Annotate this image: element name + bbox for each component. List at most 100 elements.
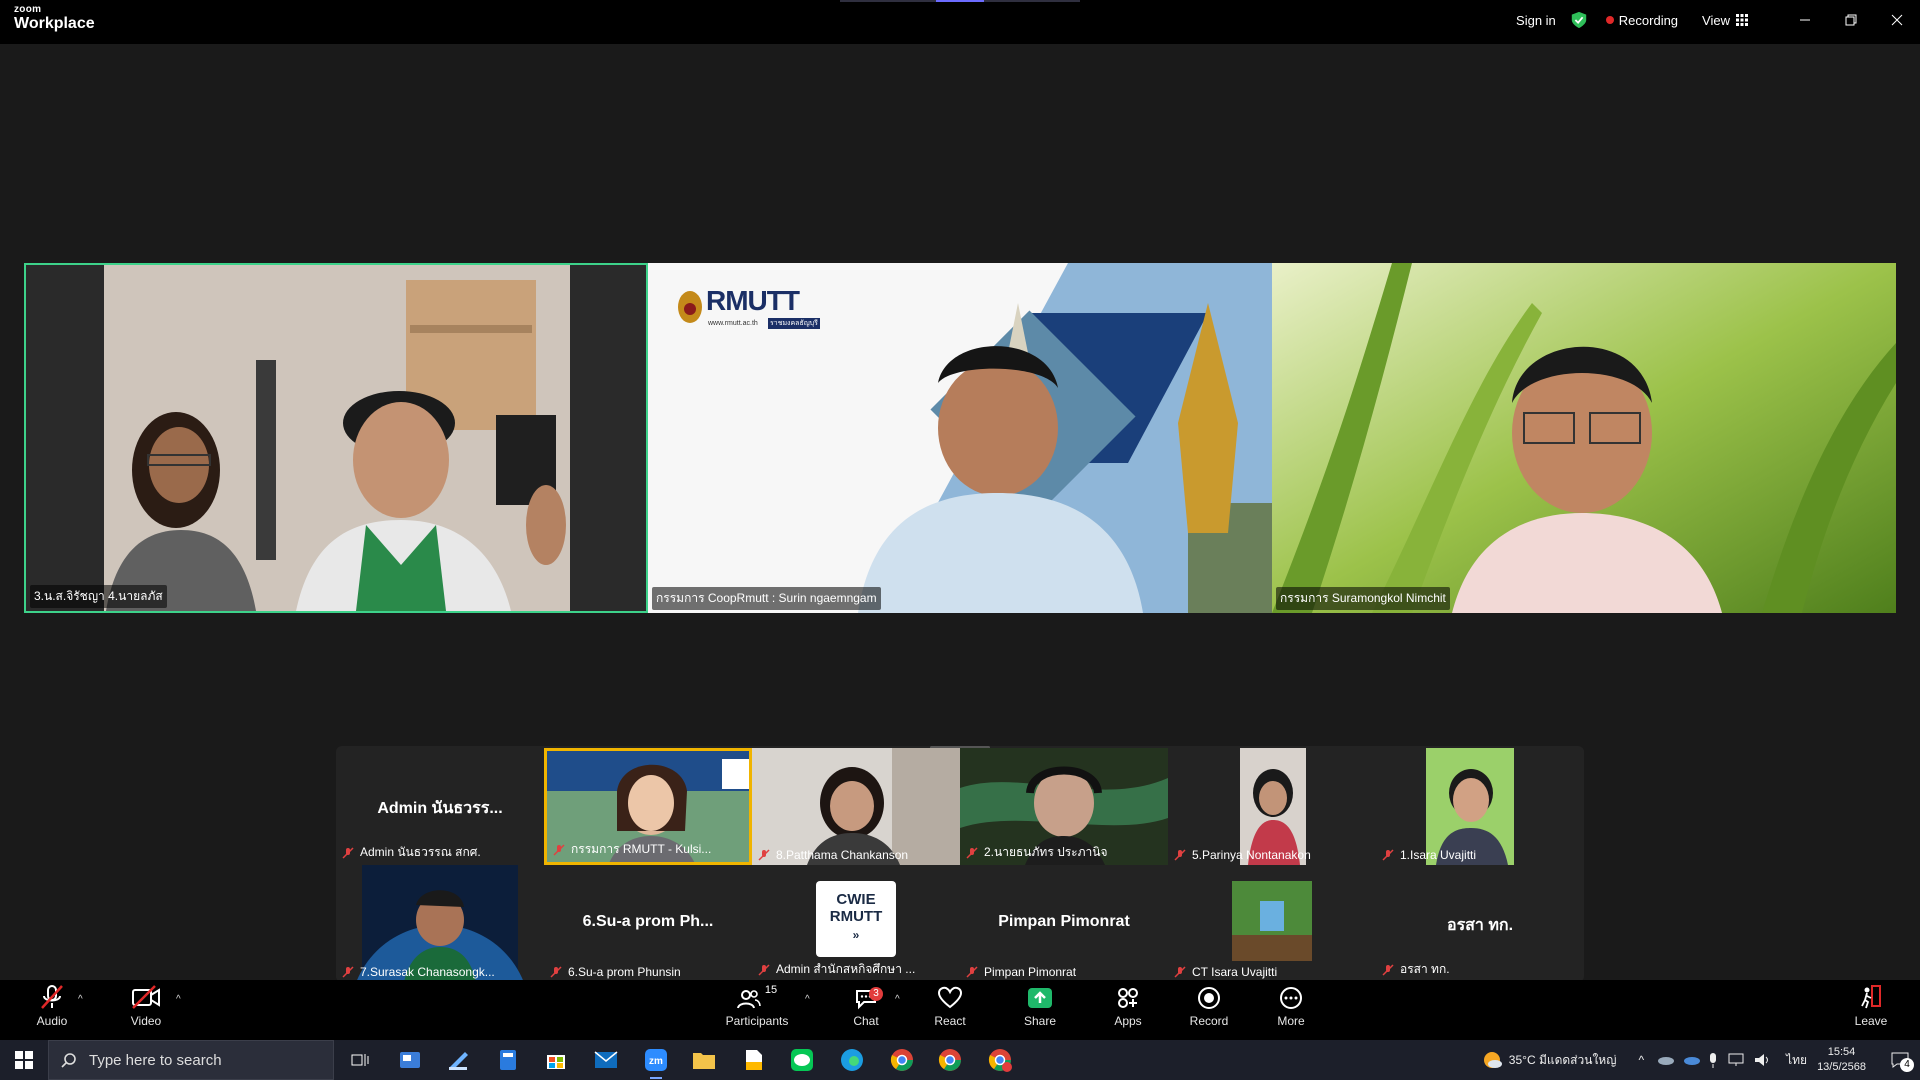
gallery-tile[interactable]: CT Isara Uvajitti	[1168, 865, 1376, 982]
gallery-tile[interactable]: กรรมการ RMUTT - Kulsi...	[544, 748, 752, 865]
share-button[interactable]: Share	[1018, 980, 1062, 1040]
meeting-toolbar: Audio ^ Video ^ 15 Participants ^ Chat 3…	[0, 980, 1920, 1040]
participant-name-label: 6.Su-a prom Phunsin	[568, 965, 681, 979]
gallery-tile[interactable]: อรสา ทก. อรสา ทก.	[1376, 865, 1584, 982]
shield-icon[interactable]	[1570, 11, 1588, 29]
gallery-tile[interactable]: CWIE RMUTT » Admin สำนักสหกิจศึกษา ...	[752, 865, 960, 982]
participant-name-label: 7.Surasak Chanasongk...	[360, 965, 495, 979]
mic-muted-icon	[1174, 966, 1186, 978]
news-app-icon[interactable]	[396, 1046, 424, 1074]
audio-options-chevron-icon[interactable]: ^	[78, 994, 83, 1005]
calculator-app-icon[interactable]	[494, 1046, 522, 1074]
mail-app-icon[interactable]	[592, 1046, 620, 1074]
share-screen-icon	[1028, 988, 1052, 1008]
participants-button[interactable]: 15 Participants	[720, 980, 794, 1040]
participant-name-label: กรรมการ Suramongkol Nimchit	[1276, 587, 1450, 610]
record-label: Record	[1189, 1014, 1229, 1028]
leave-icon	[1861, 985, 1881, 1009]
record-button[interactable]: Record	[1186, 980, 1232, 1040]
svg-text:zm: zm	[649, 1056, 663, 1067]
gallery-tile[interactable]: 5.Parinya Nontanakon	[1168, 748, 1376, 865]
restore-button[interactable]	[1828, 0, 1874, 40]
participant-display-name: 6.Su-a prom Ph...	[582, 913, 714, 930]
video-options-chevron-icon[interactable]: ^	[176, 994, 181, 1005]
react-button[interactable]: React	[928, 980, 972, 1040]
participant-name-label: Pimpan Pimonrat	[984, 965, 1077, 979]
slide-logo-text: RMUTT	[706, 285, 800, 316]
participant-name-label: กรรมการ RMUTT - Kulsi...	[571, 842, 712, 856]
clock-date: 13/5/2568	[1817, 1061, 1866, 1073]
onedrive-icon[interactable]	[1656, 1054, 1675, 1066]
cwie-rmutt-avatar: CWIE RMUTT »	[816, 881, 896, 957]
view-label: View	[1702, 12, 1730, 28]
onedrive-icon[interactable]	[1682, 1054, 1701, 1066]
task-view-icon[interactable]	[346, 1046, 374, 1074]
line-app-icon[interactable]	[788, 1046, 816, 1074]
participant-name-label: 1.Isara Uvajitti	[1400, 848, 1477, 862]
avatar-card-text: CWIE RMUTT	[829, 891, 883, 925]
minimize-button[interactable]	[1782, 0, 1828, 40]
input-language-indicator[interactable]: ไทย	[1786, 1051, 1807, 1070]
gallery-tile[interactable]: 7.Surasak Chanasongk...	[336, 865, 544, 982]
participants-count: 15	[764, 984, 778, 996]
participants-options-chevron-icon[interactable]: ^	[805, 994, 810, 1005]
gallery-tile[interactable]: 2.นายธนภัทร ประภานิจ	[960, 748, 1168, 865]
chat-options-chevron-icon[interactable]: ^	[895, 994, 900, 1005]
grid-icon	[1736, 14, 1748, 26]
apps-button[interactable]: Apps	[1107, 980, 1149, 1040]
more-button[interactable]: More	[1270, 980, 1312, 1040]
mic-muted-icon	[966, 966, 978, 978]
network-icon[interactable]	[1728, 1053, 1746, 1067]
windows-taskbar: Type here to search zm 35°C มีแดดส่วนใหญ…	[0, 1040, 1920, 1080]
participant-name-label: 2.นายธนภัทร ประภานิจ	[984, 845, 1108, 859]
mic-muted-icon	[342, 846, 354, 859]
restore-icon	[1845, 14, 1857, 26]
clock[interactable]: 15:54 13/5/2568	[1817, 1045, 1866, 1075]
participant-name-label: กรรมการ CoopRmutt : Surin ngaemngam	[652, 587, 881, 610]
chrome-browser-icon[interactable]	[888, 1046, 916, 1074]
record-icon	[1198, 987, 1220, 1009]
video-button[interactable]: Video	[124, 980, 168, 1040]
heart-icon	[937, 986, 963, 1009]
chrome-profile-icon[interactable]	[986, 1046, 1014, 1074]
close-button[interactable]	[1874, 0, 1920, 40]
gallery-tile[interactable]: Pimpan Pimonrat Pimpan Pimonrat	[960, 865, 1168, 982]
microphone-icon[interactable]	[1708, 1052, 1718, 1068]
chrome-profile-icon[interactable]	[936, 1046, 964, 1074]
store-app-icon[interactable]	[542, 1046, 570, 1074]
more-icon	[1280, 987, 1302, 1009]
view-button[interactable]: View	[1702, 13, 1748, 28]
file-explorer-icon[interactable]	[690, 1046, 718, 1074]
gallery-tile[interactable]: 6.Su-a prom Ph... 6.Su-a prom Phunsin	[544, 865, 752, 982]
weather-sun-icon[interactable]	[1481, 1049, 1503, 1071]
participants-icon	[736, 990, 761, 1009]
gallery-tile[interactable]: Admin นันธวรร... Admin นันธวรรณ สกศ.	[336, 748, 544, 865]
participant-video	[1272, 263, 1896, 613]
zoom-app-icon[interactable]: zm	[642, 1046, 670, 1079]
start-button[interactable]	[10, 1046, 38, 1074]
speaker-icon[interactable]	[1754, 1053, 1772, 1067]
recording-label: Recording	[1618, 12, 1679, 28]
gallery-tile[interactable]: 8.Patthama Chankanson	[752, 748, 960, 865]
participant-display-name: Admin นันธวรร...	[377, 800, 503, 817]
search-icon	[61, 1053, 76, 1068]
gallery-tile[interactable]: 1.Isara Uvajitti	[1376, 748, 1584, 865]
taskbar-search-box[interactable]: Type here to search	[48, 1040, 334, 1080]
edge-browser-icon[interactable]	[838, 1046, 866, 1074]
sign-in-button[interactable]: Sign in	[1516, 13, 1556, 28]
video-tile-speaker[interactable]: RMUTT www.rmutt.ac.th ราชมงคลธัญบุรี กรร…	[648, 263, 1272, 613]
chat-button[interactable]: Chat 3	[845, 980, 887, 1040]
title-bar: zoom Workplace Sign in Recording View	[0, 0, 1920, 44]
close-icon	[1891, 14, 1903, 26]
document-app-icon[interactable]	[740, 1046, 768, 1074]
video-tile-active-speaker[interactable]: 3.น.ส.จิรัชญา 4.นายลภัส	[24, 263, 648, 613]
notes-app-icon[interactable]	[444, 1046, 472, 1074]
leave-button[interactable]: Leave	[1850, 980, 1892, 1040]
participant-name-label: CT Isara Uvajitti	[1192, 965, 1278, 979]
chevron-up-icon[interactable]: ^	[1638, 1053, 1644, 1067]
recording-indicator[interactable]: Recording	[1605, 12, 1679, 28]
weather-text[interactable]: 35°C มีแดดส่วนใหญ่	[1509, 1051, 1617, 1070]
notification-center-button[interactable]: 4	[1880, 1040, 1920, 1080]
video-tile-speaker[interactable]: กรรมการ Suramongkol Nimchit	[1272, 263, 1896, 613]
audio-button[interactable]: Audio	[30, 980, 74, 1040]
